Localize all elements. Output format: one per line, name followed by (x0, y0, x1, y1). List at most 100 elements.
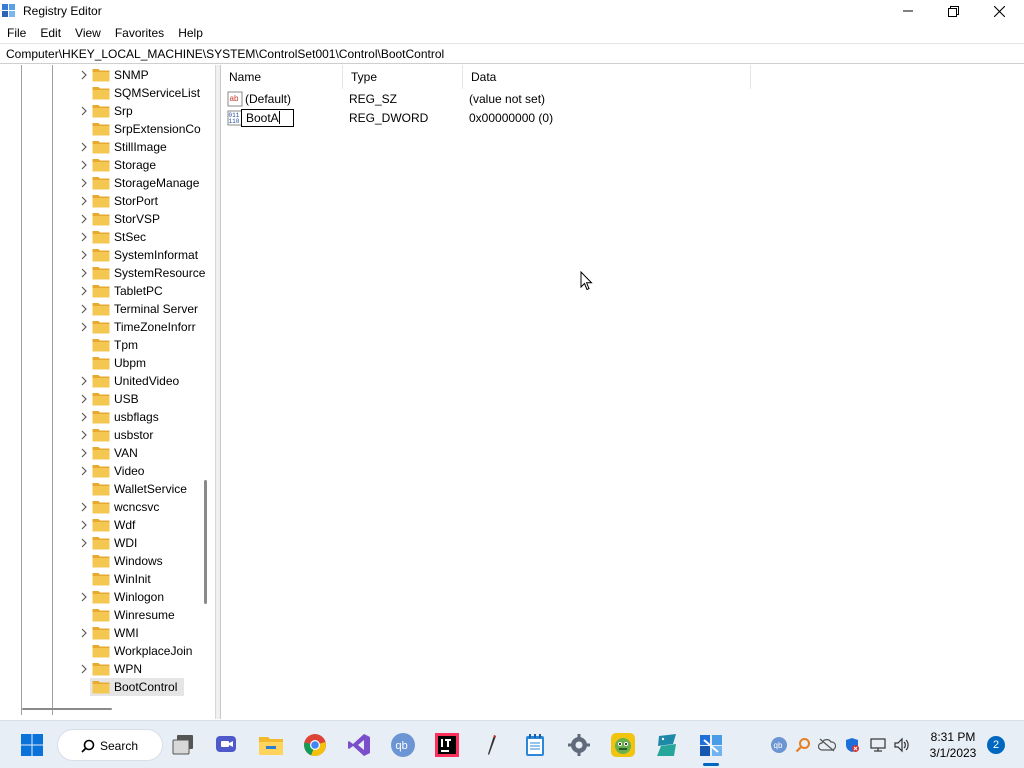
chevron-right-icon[interactable] (79, 70, 89, 80)
tree-item[interactable]: SrpExtensionCo (0, 120, 215, 138)
tree-item[interactable]: Winlogon (0, 588, 215, 606)
search-tray-button[interactable] (794, 736, 812, 754)
menu-help[interactable]: Help (171, 23, 210, 43)
chevron-right-icon[interactable] (79, 178, 89, 188)
network-tray-button[interactable] (869, 736, 887, 754)
chevron-right-icon[interactable] (79, 592, 89, 602)
chevron-right-icon[interactable] (79, 376, 89, 386)
chevron-right-icon[interactable] (79, 142, 89, 152)
tree-item[interactable]: WinInit (0, 570, 215, 588)
chevron-right-icon[interactable] (79, 268, 89, 278)
file-explorer-button[interactable] (257, 731, 285, 759)
chevron-right-icon[interactable] (79, 304, 89, 314)
column-header-name[interactable]: Name (221, 65, 343, 89)
column-header-data[interactable]: Data (463, 65, 751, 89)
tree-item[interactable]: Ubpm (0, 354, 215, 372)
tree-item[interactable]: USB (0, 390, 215, 408)
column-header-type[interactable]: Type (343, 65, 463, 89)
rename-input[interactable]: BootA (241, 109, 294, 127)
python-idle-button[interactable] (653, 731, 681, 759)
chevron-right-icon[interactable] (79, 628, 89, 638)
tree-item[interactable]: WDI (0, 534, 215, 552)
address-bar[interactable]: Computer\HKEY_LOCAL_MACHINE\SYSTEM\Contr… (0, 43, 1024, 64)
value-row[interactable]: 011 110 BootA REG_DWORD 0x00000000 (0) (221, 109, 1024, 128)
tree-item[interactable]: WPN (0, 660, 215, 678)
visual-studio-button[interactable] (345, 731, 373, 759)
menu-view[interactable]: View (68, 23, 108, 43)
menu-file[interactable]: File (0, 23, 33, 43)
chevron-right-icon[interactable] (79, 250, 89, 260)
chevron-right-icon[interactable] (79, 286, 89, 296)
chevron-right-icon[interactable] (79, 430, 89, 440)
tree-item[interactable]: Wdf (0, 516, 215, 534)
tree-item[interactable]: BootControl (0, 678, 215, 696)
chevron-right-icon[interactable] (79, 466, 89, 476)
tree-item[interactable]: Terminal Server (0, 300, 215, 318)
notepad-button[interactable] (521, 731, 549, 759)
tree-item[interactable]: Srp (0, 102, 215, 120)
restore-button[interactable] (930, 0, 976, 22)
task-view-button[interactable] (169, 731, 197, 759)
notification-badge[interactable]: 2 (987, 736, 1005, 754)
chevron-right-icon[interactable] (79, 106, 89, 116)
tree-pane[interactable]: SNMP SQMServiceList Srp SrpExtensionCo Still… (0, 65, 216, 719)
tree-item[interactable]: WalletService (0, 480, 215, 498)
clock-time[interactable]: 8:31 PM (925, 730, 981, 744)
tree-item[interactable]: Winresume (0, 606, 215, 624)
value-row[interactable]: ab (Default) REG_SZ (value not set) (221, 90, 1024, 109)
chevron-right-icon[interactable] (79, 214, 89, 224)
chevron-right-icon[interactable] (79, 520, 89, 530)
settings-button[interactable] (565, 731, 593, 759)
tree-item[interactable]: Windows (0, 552, 215, 570)
chevron-right-icon[interactable] (79, 322, 89, 332)
tree-item[interactable]: StorageManage (0, 174, 215, 192)
tree-item[interactable]: Storage (0, 156, 215, 174)
volume-tray-button[interactable] (893, 736, 911, 754)
security-tray-button[interactable] (843, 736, 861, 754)
tree-item[interactable]: SystemResource (0, 264, 215, 282)
chevron-right-icon[interactable] (79, 502, 89, 512)
chevron-right-icon[interactable] (79, 160, 89, 170)
intellij-button[interactable] (433, 731, 461, 759)
tree-vertical-scrollbar[interactable] (204, 480, 207, 604)
taskbar-search-button[interactable]: Search (57, 729, 163, 761)
chevron-right-icon[interactable] (79, 196, 89, 206)
clock-date[interactable]: 3/1/2023 (925, 746, 981, 760)
tree-item[interactable]: usbflags (0, 408, 215, 426)
tree-item[interactable]: WorkplaceJoin (0, 642, 215, 660)
tree-item[interactable]: wcncsvc (0, 498, 215, 516)
tree-item[interactable]: VAN (0, 444, 215, 462)
tree-item[interactable]: Video (0, 462, 215, 480)
tree-horizontal-scrollbar[interactable] (22, 708, 112, 710)
chevron-right-icon[interactable] (79, 232, 89, 242)
start-button[interactable] (18, 731, 46, 759)
tree-item[interactable]: UnitedVideo (0, 372, 215, 390)
tree-item[interactable]: StorPort (0, 192, 215, 210)
tree-item[interactable]: SNMP (0, 66, 215, 84)
onedrive-tray-button[interactable] (818, 736, 836, 754)
minimize-button[interactable] (885, 0, 931, 22)
chevron-right-icon[interactable] (79, 448, 89, 458)
chrome-button[interactable] (301, 731, 329, 759)
tree-item[interactable]: StorVSP (0, 210, 215, 228)
chevron-right-icon[interactable] (79, 412, 89, 422)
values-list[interactable]: Name Type Data ab (Default) REG_SZ (valu… (220, 65, 1024, 719)
chevron-right-icon[interactable] (79, 394, 89, 404)
tree-item[interactable]: TabletPC (0, 282, 215, 300)
menu-favorites[interactable]: Favorites (108, 23, 171, 43)
qbittorrent-button[interactable]: qb (389, 731, 417, 759)
tree-item[interactable]: usbstor (0, 426, 215, 444)
address-path[interactable]: Computer\HKEY_LOCAL_MACHINE\SYSTEM\Contr… (6, 47, 444, 61)
tree-item[interactable]: SystemInformat (0, 246, 215, 264)
menu-edit[interactable]: Edit (33, 23, 68, 43)
tree-item[interactable]: StSec (0, 228, 215, 246)
tree-item[interactable]: TimeZoneInforr (0, 318, 215, 336)
bluestacks-button[interactable] (609, 731, 637, 759)
close-button[interactable] (976, 0, 1022, 22)
tree-item[interactable]: SQMServiceList (0, 84, 215, 102)
tree-item[interactable]: Tpm (0, 336, 215, 354)
tree-item[interactable]: StillImage (0, 138, 215, 156)
teams-chat-button[interactable] (212, 731, 240, 759)
chevron-right-icon[interactable] (79, 664, 89, 674)
pen-app-button[interactable] (477, 731, 505, 759)
